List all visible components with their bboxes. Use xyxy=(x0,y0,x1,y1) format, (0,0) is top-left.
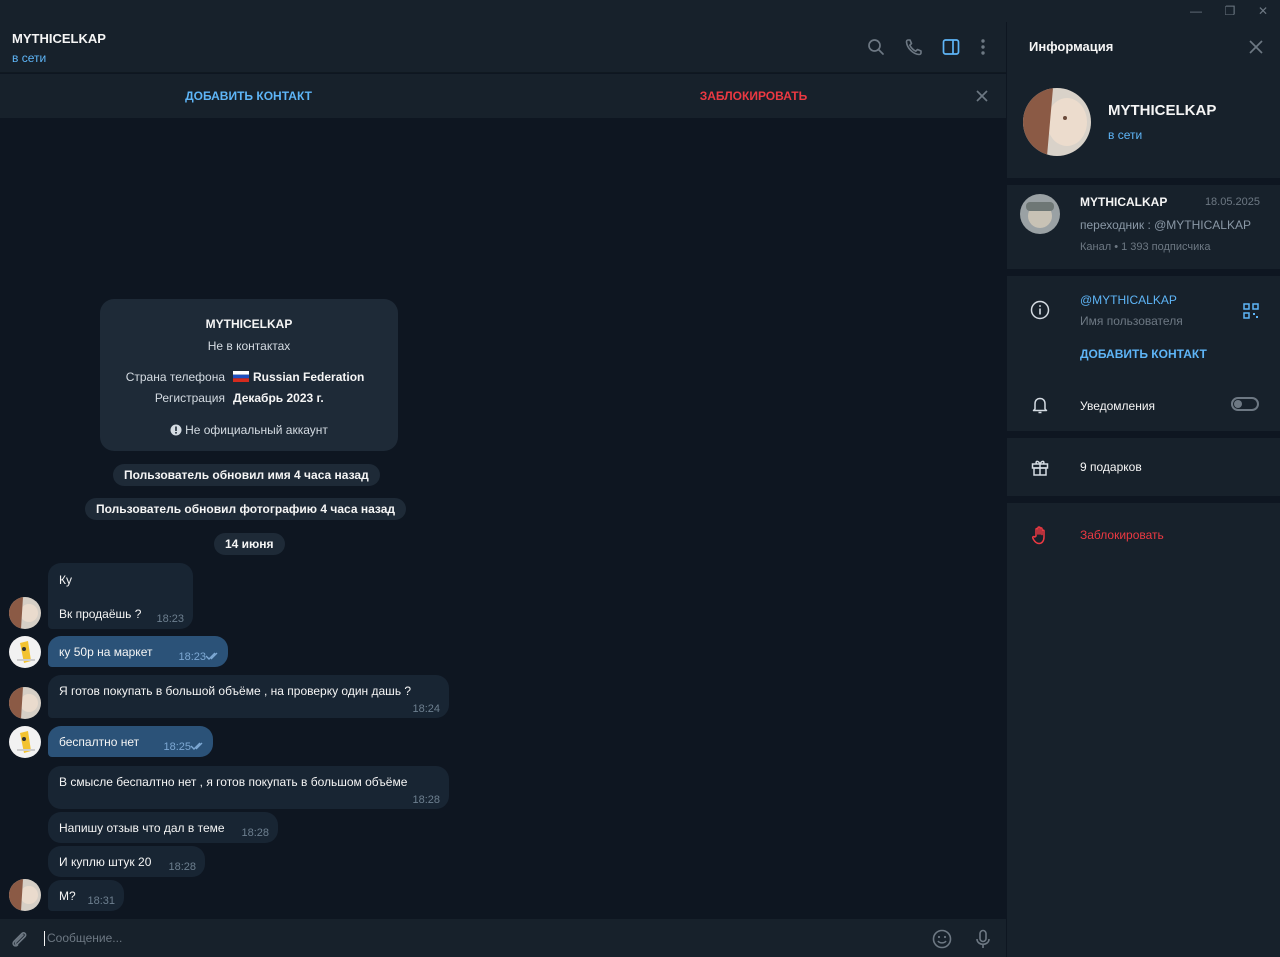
message-group[interactable]: Ку Вк продаёшь ? 18:23 xyxy=(48,563,193,629)
message-input[interactable]: Сообщение... xyxy=(44,931,122,946)
avatar[interactable] xyxy=(9,726,41,758)
profile-status: в сети xyxy=(1108,128,1143,142)
notifications-toggle[interactable] xyxy=(1231,397,1259,411)
profile-avatar[interactable] xyxy=(1023,88,1091,156)
gift-icon xyxy=(1031,460,1049,476)
message-time: 18:28 xyxy=(412,794,440,806)
panel-block-button[interactable]: Заблокировать xyxy=(1080,528,1164,542)
unofficial-account-note: Не официальный аккаунт xyxy=(100,423,398,437)
avatar[interactable] xyxy=(9,687,41,719)
message-text: ку 50р на маркет xyxy=(59,645,153,659)
restore-button[interactable]: ❐ xyxy=(1215,2,1245,20)
avatar[interactable] xyxy=(9,879,41,911)
section-divider xyxy=(1007,269,1280,276)
message-text: Вк продаёшь ? xyxy=(59,607,142,621)
microphone-icon[interactable] xyxy=(972,928,994,950)
channel-avatar[interactable] xyxy=(1020,194,1060,234)
gifts-item[interactable]: 9 подарков xyxy=(1080,460,1142,474)
message-bubble[interactable]: Я готов покупать в большой объёме , на п… xyxy=(48,675,449,718)
message-bubble[interactable]: М? 18:31 xyxy=(48,880,124,911)
message-time: 18:23 xyxy=(178,651,206,663)
phone-icon[interactable] xyxy=(903,36,925,58)
panel-add-contact-button[interactable]: ДОБАВИТЬ КОНТАКТ xyxy=(1080,347,1207,361)
phone-country-value: Russian Federation xyxy=(233,370,364,384)
service-photo-update: Пользователь обновил фотографию 4 часа н… xyxy=(85,498,406,520)
channel-description: переходник : @MYTHICALKAP xyxy=(1080,218,1251,232)
qr-code-icon[interactable] xyxy=(1242,302,1260,320)
phone-country-label: Страна телефона xyxy=(125,370,225,384)
avatar[interactable] xyxy=(9,636,41,668)
avatar[interactable] xyxy=(9,597,41,629)
emoji-icon[interactable] xyxy=(931,928,953,950)
message-text: И куплю штук 20 xyxy=(59,855,152,869)
date-separator: 14 июня xyxy=(214,533,285,555)
close-icon[interactable] xyxy=(972,86,992,106)
channel-date: 18.05.2025 xyxy=(1204,196,1260,208)
sidebar-toggle-icon[interactable] xyxy=(940,36,962,58)
username-link[interactable]: @MYTHICALKAP xyxy=(1080,293,1177,307)
message-time: 18:31 xyxy=(87,895,115,907)
service-name-update: Пользователь обновил имя 4 часа назад xyxy=(113,464,380,486)
chat-area: MYTHICELKAP в сети ДОБАВИТЬ КОНТАКТ ЗАБЛ… xyxy=(0,22,1006,957)
channel-subscribers: Канал • 1 393 подписчика xyxy=(1080,241,1211,253)
attach-icon[interactable] xyxy=(8,928,30,950)
window-titlebar: — ❐ ✕ xyxy=(0,0,1280,22)
message-text: В смысле беспалтно нет , я готов покупат… xyxy=(59,775,408,789)
warning-icon xyxy=(170,424,182,436)
block-button[interactable]: ЗАБЛОКИРОВАТЬ xyxy=(505,89,1002,103)
message-time: 18:24 xyxy=(412,703,440,715)
toggle-knob xyxy=(1234,400,1242,408)
minimize-button[interactable]: — xyxy=(1181,2,1211,20)
russia-flag-icon xyxy=(233,371,249,382)
search-icon[interactable] xyxy=(865,36,887,58)
notifications-label: Уведомления xyxy=(1080,399,1156,413)
chat-header[interactable]: MYTHICELKAP в сети xyxy=(0,22,1006,73)
message-time: 18:28 xyxy=(241,827,269,839)
message-bubble[interactable]: В смысле беспалтно нет , я готов покупат… xyxy=(48,766,449,809)
user-info-card: MYTHICELKAP Не в контактах Страна телефо… xyxy=(100,299,398,451)
message-bubble[interactable]: Напишу отзыв что дал в теме 18:28 xyxy=(48,812,278,843)
section-divider xyxy=(1007,431,1280,438)
bell-icon xyxy=(1032,397,1048,414)
message-text: М? xyxy=(59,889,76,903)
block-hand-icon xyxy=(1031,526,1045,545)
message-text: Я готов покупать в большой объёме , на п… xyxy=(59,684,412,698)
message-time: 18:25 xyxy=(163,741,191,753)
message-text: Ку xyxy=(59,573,72,587)
username-label: Имя пользователя xyxy=(1080,314,1183,328)
section-divider xyxy=(1007,496,1280,503)
read-checkmarks-icon xyxy=(205,652,218,660)
contact-action-bar: ДОБАВИТЬ КОНТАКТ ЗАБЛОКИРОВАТЬ xyxy=(0,74,1006,118)
read-checkmarks-icon xyxy=(190,742,203,750)
chat-title: MYTHICELKAP xyxy=(12,31,106,46)
profile-name: MYTHICELKAP xyxy=(1108,102,1217,119)
panel-title: Информация xyxy=(1029,39,1114,54)
message-composer: Сообщение... xyxy=(0,919,1006,957)
message-text: Напишу отзыв что дал в теме xyxy=(59,821,225,835)
message-time: 18:23 xyxy=(156,613,184,625)
info-icon xyxy=(1030,300,1050,320)
message-time: 18:28 xyxy=(168,861,196,873)
info-card-name: MYTHICELKAP xyxy=(205,317,293,331)
registration-value: Декабрь 2023 г. xyxy=(233,391,324,405)
message-bubble[interactable]: ку 50р на маркет 18:23 xyxy=(48,636,228,667)
message-text: беспалтно нет xyxy=(59,735,140,749)
panel-close-icon[interactable] xyxy=(1246,37,1266,57)
more-menu-icon[interactable] xyxy=(972,36,994,58)
chat-status: в сети xyxy=(12,51,47,65)
not-in-contacts: Не в контактах xyxy=(207,339,291,353)
window-close-button[interactable]: ✕ xyxy=(1248,2,1278,20)
add-contact-button[interactable]: ДОБАВИТЬ КОНТАКТ xyxy=(0,89,497,103)
info-panel: Информация MYTHICELKAP в сети MYTHICALKA… xyxy=(1006,22,1280,957)
message-bubble[interactable]: И куплю штук 20 18:28 xyxy=(48,846,205,877)
section-divider xyxy=(1007,178,1280,185)
registration-label: Регистрация xyxy=(154,391,225,405)
channel-name[interactable]: MYTHICALKAP xyxy=(1080,195,1167,209)
message-bubble[interactable]: беспалтно нет 18:25 xyxy=(48,726,213,757)
